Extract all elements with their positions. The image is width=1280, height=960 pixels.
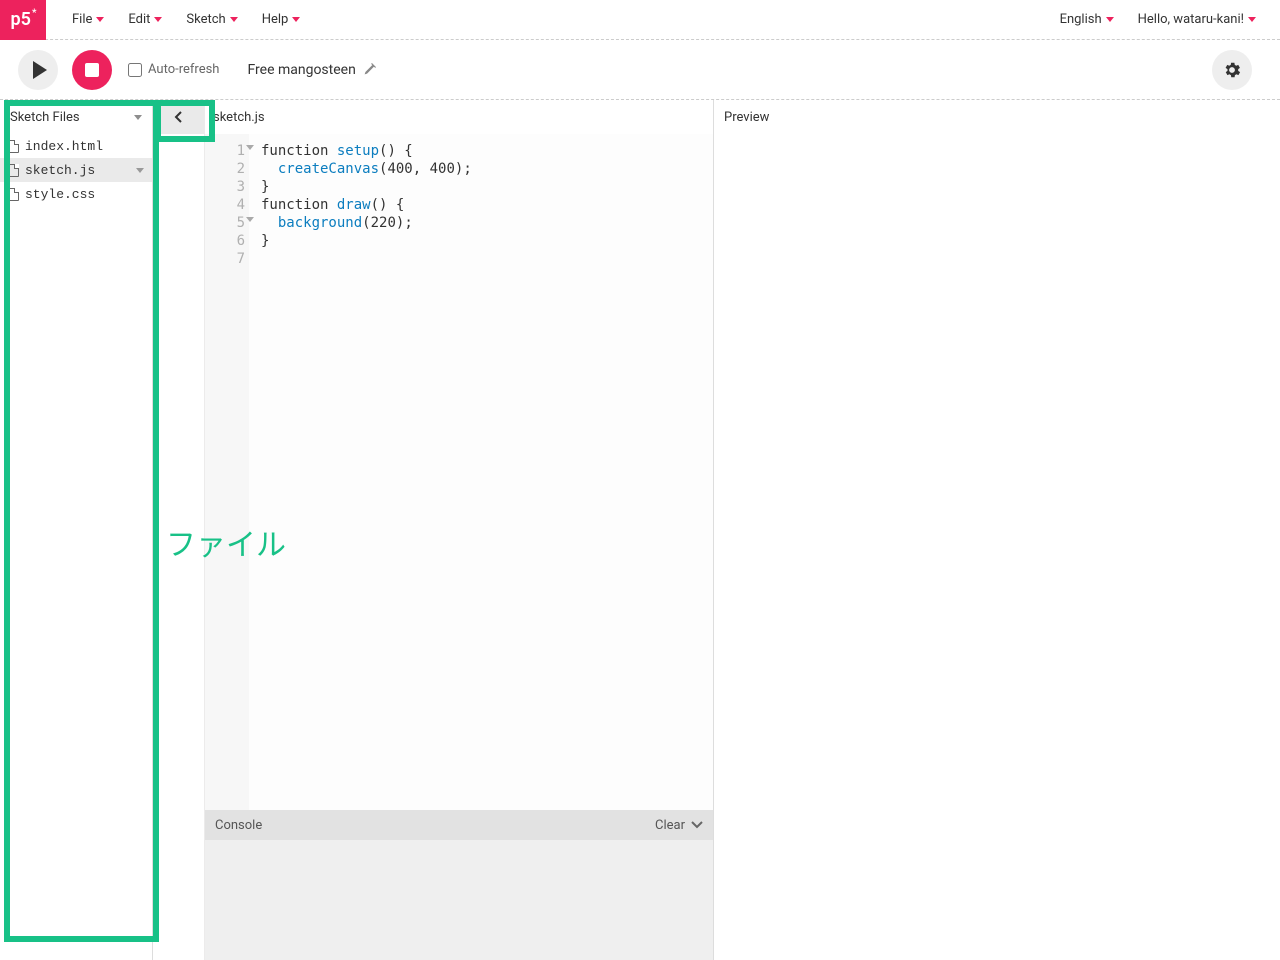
menu-sketch-label: Sketch: [186, 12, 225, 27]
code-editor[interactable]: 1234567 function setup() { createCanvas(…: [205, 134, 713, 810]
file-name: sketch.js: [25, 163, 95, 178]
caret-down-icon: [134, 115, 142, 120]
chevron-left-icon: [174, 110, 184, 124]
caret-down-icon: [230, 17, 238, 22]
caret-down-icon[interactable]: [136, 168, 144, 173]
file-icon: [8, 140, 19, 153]
logo-star: *: [32, 8, 37, 19]
autorefresh-checkbox[interactable]: [128, 63, 142, 77]
sidebar: Sketch Files index.html sketch.js style.cs…: [0, 100, 153, 960]
caret-down-icon: [1248, 17, 1256, 22]
menu-edit-label: Edit: [128, 12, 150, 27]
file-name: index.html: [25, 139, 103, 154]
topbar-right: English Hello, wataru-kani!: [1048, 0, 1280, 40]
menu-file-label: File: [72, 12, 92, 27]
user-menu[interactable]: Hello, wataru-kani!: [1126, 0, 1268, 40]
file-icon: [8, 164, 19, 177]
code-content[interactable]: function setup() { createCanvas(400, 400…: [249, 134, 713, 810]
line-gutter: 1234567: [205, 134, 249, 810]
sketch-name[interactable]: Free mangosteen: [247, 62, 375, 78]
preview-title: Preview: [724, 110, 769, 125]
file-name: style.css: [25, 187, 95, 202]
menu-edit[interactable]: Edit: [116, 0, 174, 40]
caret-down-icon: [154, 17, 162, 22]
console-title: Console: [215, 818, 262, 833]
editor-column: sketch.js 1234567 function setup() { cre…: [205, 100, 714, 960]
file-item[interactable]: sketch.js: [0, 158, 152, 182]
console-actions: Clear: [655, 818, 703, 833]
menubar: File Edit Sketch Help: [60, 0, 312, 40]
user-greeting: Hello, wataru-kani!: [1138, 12, 1244, 27]
sidebar-header[interactable]: Sketch Files: [0, 100, 152, 134]
console-header: Console Clear: [205, 810, 713, 840]
file-list: index.html sketch.js style.css: [0, 134, 152, 960]
language-menu[interactable]: English: [1048, 0, 1126, 40]
autorefresh-toggle[interactable]: Auto-refresh: [128, 62, 219, 77]
editor-tab[interactable]: sketch.js: [213, 110, 265, 125]
stop-button[interactable]: [72, 50, 112, 90]
menu-file[interactable]: File: [60, 0, 116, 40]
main: Sketch Files index.html sketch.js style.cs…: [0, 100, 1280, 960]
preview-header: Preview: [714, 100, 1280, 134]
menu-help[interactable]: Help: [250, 0, 313, 40]
chevron-down-icon[interactable]: [691, 821, 703, 829]
file-item[interactable]: style.css: [0, 182, 152, 206]
logo[interactable]: p5*: [0, 0, 46, 40]
console-clear-button[interactable]: Clear: [655, 818, 685, 833]
play-button[interactable]: [18, 50, 58, 90]
file-icon: [8, 188, 19, 201]
editor-tabbar: sketch.js: [205, 100, 713, 134]
autorefresh-label: Auto-refresh: [148, 62, 219, 77]
sidebar-title: Sketch Files: [10, 110, 80, 125]
collapse-bar: [153, 100, 205, 960]
sketch-name-text: Free mangosteen: [247, 62, 355, 78]
menu-sketch[interactable]: Sketch: [174, 0, 249, 40]
logo-text: p5: [11, 9, 31, 30]
gear-icon: [1222, 60, 1242, 80]
stop-icon: [85, 63, 99, 77]
language-label: English: [1060, 12, 1102, 27]
caret-down-icon: [292, 17, 300, 22]
caret-down-icon: [1106, 17, 1114, 22]
toolbar: Auto-refresh Free mangosteen: [0, 40, 1280, 100]
collapse-sidebar-button[interactable]: [153, 100, 204, 134]
caret-down-icon: [96, 17, 104, 22]
play-icon: [33, 61, 47, 79]
settings-button[interactable]: [1212, 50, 1252, 90]
pencil-icon: [363, 63, 376, 76]
menu-help-label: Help: [262, 12, 289, 27]
preview-column: Preview: [714, 100, 1280, 960]
console-body[interactable]: [205, 840, 713, 960]
file-item[interactable]: index.html: [0, 134, 152, 158]
topbar: p5* File Edit Sketch Help English Hello,…: [0, 0, 1280, 40]
